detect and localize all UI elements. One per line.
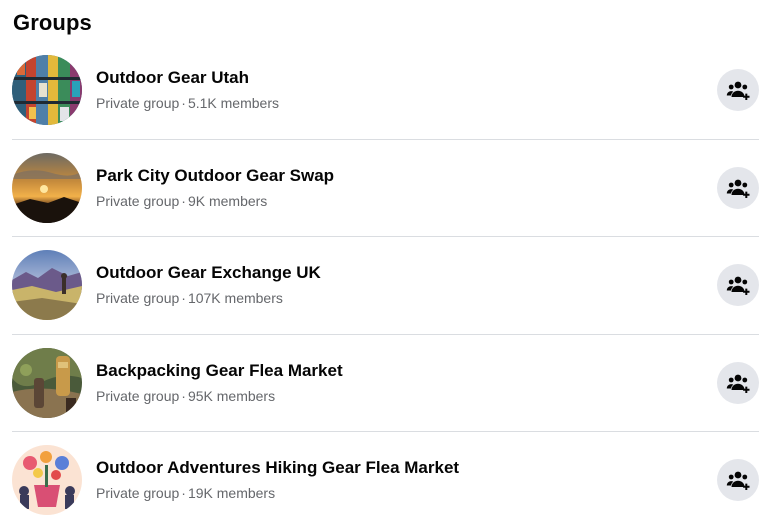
group-members: 19K members: [187, 485, 276, 501]
meta-separator: ·: [181, 387, 186, 404]
section-title: Groups: [13, 10, 92, 35]
group-name[interactable]: Outdoor Gear Utah: [96, 68, 249, 88]
group-members: 95K members: [187, 387, 276, 404]
group-avatar-image: [12, 55, 82, 125]
group-join-icon: [726, 374, 750, 393]
join-group-button[interactable]: [717, 459, 759, 501]
group-avatar-image: [12, 347, 82, 418]
group-meta: Private group · 95K members: [96, 388, 275, 404]
group-meta: Private group · 5.1K members: [96, 95, 279, 111]
group-list: Outdoor Gear Utah Private group · 5.1K mem…: [0, 42, 768, 522]
group-name[interactable]: Outdoor Adventures Hiking Gear Flea Mark…: [96, 458, 459, 478]
group-meta: Private group · 19K members: [96, 485, 275, 501]
join-group-button[interactable]: [717, 264, 759, 306]
list-item: Outdoor Adventures Hiking Gear Flea Mark…: [0, 432, 768, 522]
group-avatar[interactable]: [12, 55, 82, 125]
join-group-button[interactable]: [717, 166, 759, 209]
group-join-icon: [726, 471, 750, 490]
join-group-button[interactable]: [717, 361, 759, 404]
list-item: Outdoor Gear Utah Private group · 5.1K mem…: [0, 42, 768, 140]
group-privacy: Private group: [96, 290, 180, 306]
meta-separator: ·: [181, 192, 186, 209]
group-join-icon: [726, 276, 750, 295]
join-group-button[interactable]: [717, 69, 759, 111]
group-avatar-image: [12, 250, 82, 320]
meta-separator: ·: [181, 95, 186, 111]
group-avatar[interactable]: [12, 250, 82, 320]
group-members: 9K members: [187, 192, 268, 209]
group-privacy: Private group: [96, 387, 180, 404]
group-name[interactable]: Outdoor Gear Exchange UK: [96, 263, 321, 283]
meta-separator: ·: [181, 290, 186, 306]
group-avatar[interactable]: [12, 152, 82, 223]
list-item: Backpacking Gear Flea Market Private gro…: [0, 335, 768, 432]
group-members: 5.1K members: [187, 95, 279, 111]
group-privacy: Private group: [96, 192, 180, 209]
meta-separator: ·: [181, 485, 186, 501]
group-join-icon: [726, 179, 750, 198]
group-join-icon: [726, 81, 750, 100]
group-members: 107K members: [187, 290, 283, 306]
group-avatar-image: [12, 445, 82, 515]
group-meta: Private group · 107K members: [96, 290, 283, 306]
group-avatar[interactable]: [12, 445, 82, 515]
group-meta: Private group · 9K members: [96, 193, 267, 209]
group-privacy: Private group: [96, 485, 180, 501]
group-avatar-image: [12, 152, 82, 223]
list-item: Outdoor Gear Exchange UK Private group · 1…: [0, 237, 768, 335]
group-name[interactable]: Park City Outdoor Gear Swap: [96, 166, 334, 186]
group-avatar[interactable]: [12, 347, 82, 418]
group-privacy: Private group: [96, 95, 180, 111]
group-name[interactable]: Backpacking Gear Flea Market: [96, 361, 343, 381]
list-item: Park City Outdoor Gear Swap Private grou…: [0, 140, 768, 237]
